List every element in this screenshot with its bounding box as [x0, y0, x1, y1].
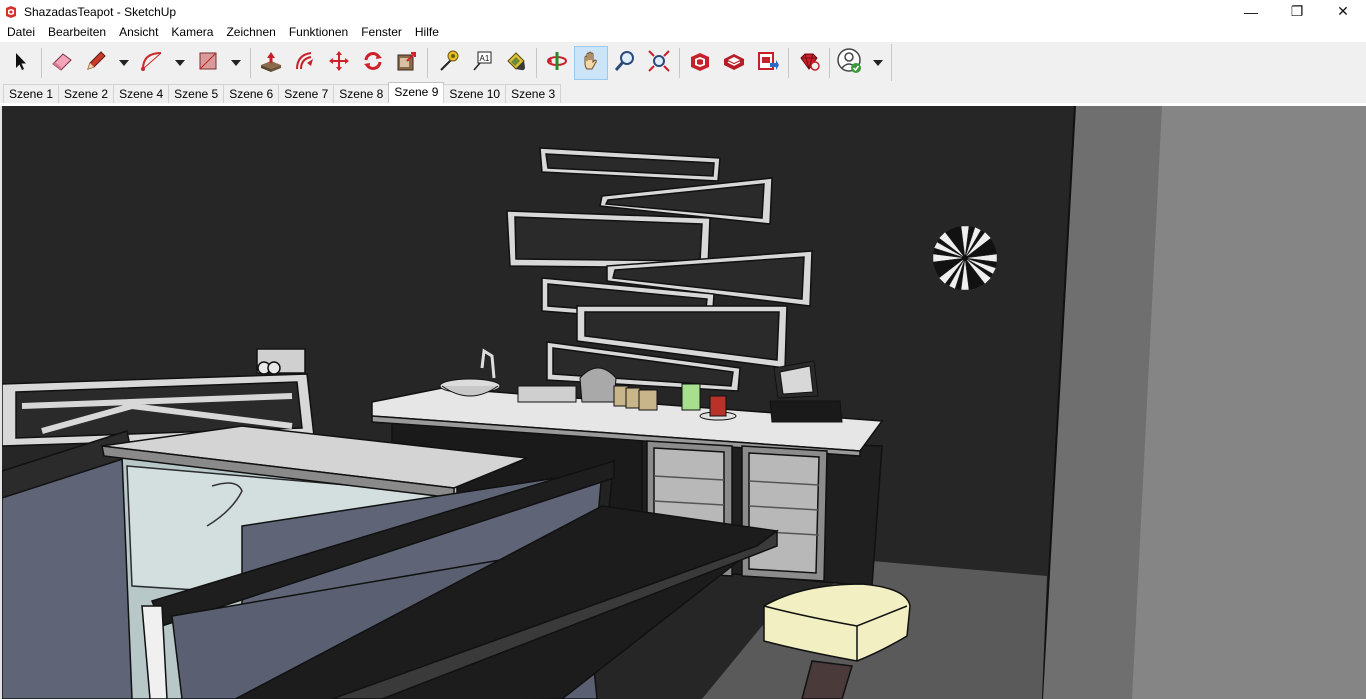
pencil-dropdown[interactable] [113, 46, 135, 80]
rotate-tool[interactable] [356, 46, 390, 80]
move-icon [327, 49, 351, 76]
zoom-tool[interactable] [608, 46, 642, 80]
menu-ansicht[interactable]: Ansicht [112, 23, 164, 42]
text-label-icon: A1 [470, 49, 494, 76]
chevron-down-icon [119, 59, 129, 66]
tape-measure-icon [436, 49, 460, 76]
pencil-tool[interactable] [79, 46, 113, 80]
close-button[interactable]: ✕ [1320, 0, 1366, 23]
account-button[interactable] [833, 46, 867, 80]
pan-tool[interactable] [574, 45, 608, 80]
tab-szene-3[interactable]: Szene 3 [505, 84, 562, 103]
tab-szene-6[interactable]: Szene 6 [223, 84, 280, 103]
restore-button[interactable]: ❐ [1274, 0, 1320, 23]
offset-tool[interactable] [288, 46, 322, 80]
pan-icon [579, 49, 603, 76]
tab-szene-8[interactable]: Szene 8 [333, 84, 390, 103]
chevron-down-icon [231, 59, 241, 66]
menu-kamera[interactable]: Kamera [164, 23, 219, 42]
paint-bucket-tool[interactable] [499, 46, 533, 80]
toolbar-separator [427, 47, 428, 78]
menu-fenster[interactable]: Fenster [354, 23, 408, 42]
main-toolbar: A1 [4, 44, 892, 81]
arc-icon [139, 49, 165, 76]
window-controls: — ❐ ✕ [1228, 0, 1366, 23]
tab-szene-9[interactable]: Szene 9 [388, 82, 445, 103]
tab-szene-2[interactable]: Szene 2 [58, 84, 115, 103]
scene-render [2, 106, 1366, 699]
select-tool[interactable] [4, 46, 38, 80]
chevron-down-icon [175, 59, 185, 66]
layout-send-icon [756, 49, 780, 76]
zoom-extents-icon [647, 49, 671, 76]
tape-measure-tool[interactable] [431, 46, 465, 80]
push-pull-icon [258, 49, 284, 76]
move-tool[interactable] [322, 46, 356, 80]
warehouse-icon [688, 49, 712, 76]
menu-funktionen[interactable]: Funktionen [282, 23, 354, 42]
toolbar-separator [41, 47, 42, 78]
eraser-tool[interactable] [45, 46, 79, 80]
pencil-icon [84, 49, 108, 76]
rectangle-tool[interactable] [191, 46, 225, 80]
chevron-down-icon [873, 59, 883, 66]
text-tool[interactable]: A1 [465, 46, 499, 80]
push-pull-tool[interactable] [254, 46, 288, 80]
zoom-icon [613, 49, 637, 76]
menu-datei[interactable]: Datei [0, 23, 41, 42]
title-bar: ShazadasTeapot - SketchUp — ❐ ✕ [0, 0, 1366, 23]
toolbar-separator [250, 47, 251, 78]
3d-warehouse-button[interactable] [683, 46, 717, 80]
select-icon [10, 50, 32, 75]
sketchup-logo-icon [4, 5, 18, 19]
tab-szene-4[interactable]: Szene 4 [113, 84, 170, 103]
tab-szene-7[interactable]: Szene 7 [278, 84, 335, 103]
account-dropdown[interactable] [867, 46, 889, 80]
dartboard [932, 225, 998, 291]
toolbar-separator [788, 47, 789, 78]
scale-icon [395, 49, 419, 76]
rectangle-icon [196, 49, 220, 76]
arc-dropdown[interactable] [169, 46, 191, 80]
eraser-icon [50, 49, 74, 76]
arc-tool[interactable] [135, 46, 169, 80]
svg-text:A1: A1 [480, 54, 490, 63]
menu-bearbeiten[interactable]: Bearbeiten [41, 23, 112, 42]
ruby-extension-button[interactable] [792, 46, 826, 80]
toolbar-separator [829, 47, 830, 78]
menu-bar: Datei Bearbeiten Ansicht Kamera Zeichnen… [0, 23, 1366, 42]
menu-zeichnen[interactable]: Zeichnen [219, 23, 281, 42]
paint-bucket-icon [504, 49, 528, 76]
scene-tabs: Szene 1 Szene 2 Szene 4 Szene 5 Szene 6 … [0, 82, 1366, 103]
send-to-layout-button[interactable] [751, 46, 785, 80]
tab-szene-5[interactable]: Szene 5 [168, 84, 225, 103]
toolbar-separator [536, 47, 537, 78]
account-icon [836, 47, 864, 78]
minimize-button[interactable]: — [1228, 0, 1274, 23]
extension-warehouse-icon [722, 49, 746, 76]
extension-warehouse-button[interactable] [717, 46, 751, 80]
zoom-extents-tool[interactable] [642, 46, 676, 80]
orbit-icon [545, 49, 569, 76]
toolbar-separator [679, 47, 680, 78]
rotate-icon [361, 49, 385, 76]
offset-icon [293, 49, 317, 76]
ruby-extension-icon [797, 49, 821, 76]
orbit-tool[interactable] [540, 46, 574, 80]
toolbar-area: A1 [0, 42, 1366, 82]
tab-szene-1[interactable]: Szene 1 [3, 84, 60, 103]
menu-hilfe[interactable]: Hilfe [408, 23, 445, 42]
rectangle-dropdown[interactable] [225, 46, 247, 80]
window-title: ShazadasTeapot - SketchUp [24, 4, 177, 19]
model-viewport[interactable] [0, 106, 1366, 699]
tab-szene-10[interactable]: Szene 10 [443, 84, 507, 103]
scale-tool[interactable] [390, 46, 424, 80]
